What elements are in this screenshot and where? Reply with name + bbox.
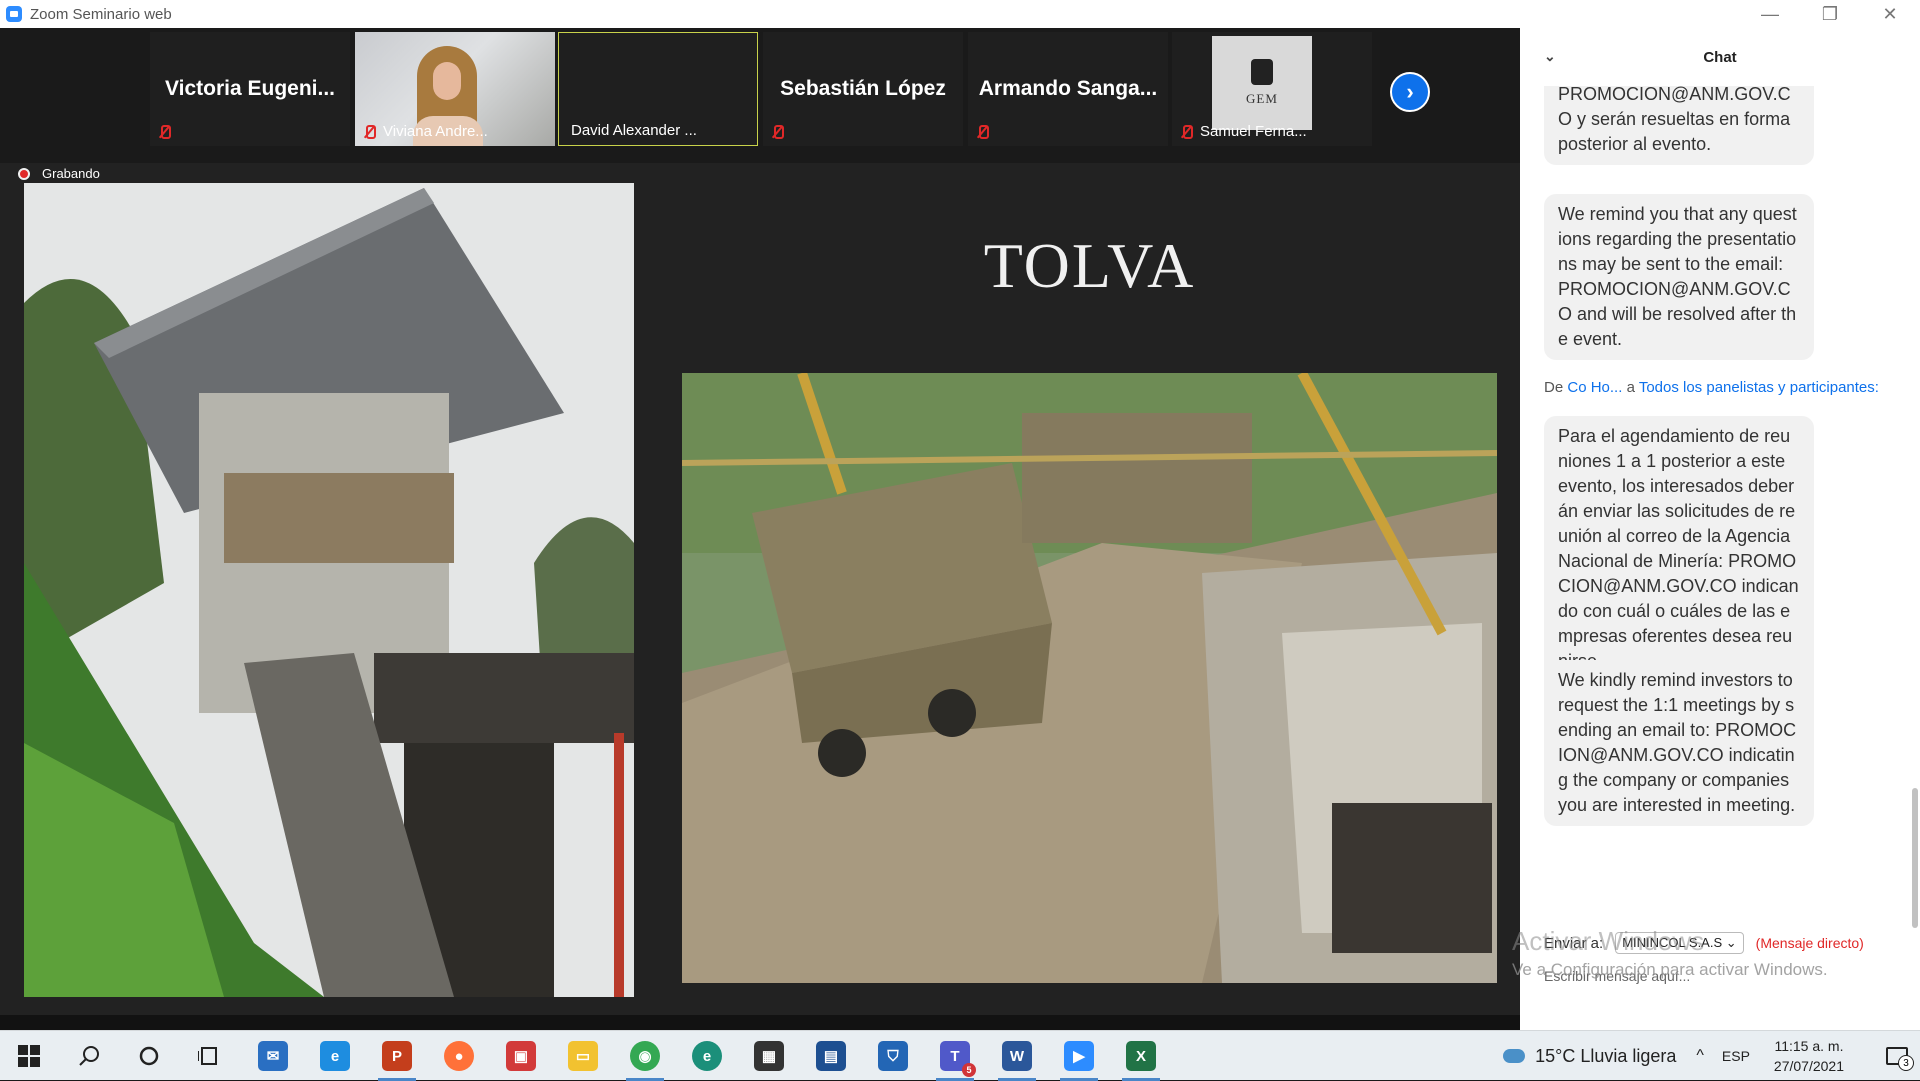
record-icon bbox=[18, 167, 30, 180]
edge-icon[interactable]: e bbox=[678, 1031, 736, 1081]
muted-indicator: Samuel Ferna... bbox=[1178, 123, 1307, 140]
windows-start-icon[interactable] bbox=[0, 1031, 58, 1081]
chat-title: Chat bbox=[1703, 48, 1737, 66]
weather-text: 15°C Lluvia ligera bbox=[1535, 1045, 1677, 1066]
muted-indicator bbox=[769, 124, 785, 140]
clock-date: 27/07/2021 bbox=[1773, 1058, 1844, 1074]
mail-icon[interactable]: ✉ bbox=[244, 1031, 302, 1081]
window-title: Zoom Seminario web bbox=[30, 5, 172, 23]
mic-muted-icon bbox=[974, 124, 990, 140]
clock[interactable]: 11:15 a. m. 27/07/2021 bbox=[1774, 1036, 1844, 1076]
participant-gallery: Victoria Eugeni... Viviana Andre... Davi… bbox=[0, 28, 1520, 163]
chevron-right-icon: › bbox=[1406, 79, 1414, 104]
excel-icon[interactable]: X bbox=[1112, 1031, 1170, 1081]
chat-messages: PROMOCION@ANM.GOV.CO y serán resueltas e… bbox=[1520, 86, 1910, 916]
chat-message: PROMOCION@ANM.GOV.CO y serán resueltas e… bbox=[1544, 86, 1814, 165]
recipient-select[interactable]: MININCOL S.A.S ⌄ bbox=[1615, 932, 1744, 954]
weather-widget[interactable]: 15°C Lluvia ligera bbox=[1503, 1046, 1676, 1067]
logo-mark-icon bbox=[1251, 59, 1273, 85]
store-icon[interactable]: ▦ bbox=[740, 1031, 798, 1081]
mic-muted-icon bbox=[769, 124, 785, 140]
send-to-label: Enviar a: bbox=[1544, 934, 1604, 952]
gift-icon[interactable]: ▣ bbox=[492, 1031, 550, 1081]
chevron-up-icon[interactable]: ^ bbox=[1696, 1047, 1704, 1065]
powerpoint-icon[interactable]: P bbox=[368, 1031, 426, 1081]
participant-name: Samuel Ferna... bbox=[1200, 123, 1307, 140]
rain-cloud-icon bbox=[1503, 1049, 1526, 1063]
participant-name: Armando Sanga... bbox=[978, 77, 1158, 100]
recipient-name[interactable]: Todos los panelistas y participantes: bbox=[1639, 379, 1879, 396]
shared-screen: TOLVA bbox=[0, 163, 1520, 1015]
clock-time: 11:15 a. m. bbox=[1774, 1038, 1844, 1054]
participant-tile-logo[interactable]: GEM Samuel Ferna... bbox=[1172, 32, 1372, 146]
chat-compose-input[interactable]: Escribir mensaje aquí... bbox=[1544, 968, 1690, 984]
chevron-down-icon: ⌄ bbox=[1725, 935, 1737, 950]
slide-title: TOLVA bbox=[983, 230, 1196, 301]
mic-muted-icon bbox=[156, 124, 172, 140]
close-button[interactable]: ✕ bbox=[1860, 0, 1920, 28]
chat-panel: ⌄ Chat PROMOCION@ANM.GOV.CO y serán resu… bbox=[1520, 28, 1920, 1030]
zoom-app-icon bbox=[6, 6, 22, 22]
participant-tile-video[interactable]: Viviana Andre... bbox=[355, 32, 555, 146]
participant-tile-active[interactable]: David Alexander ... bbox=[558, 32, 758, 146]
send-to-row: Enviar a: MININCOL S.A.S ⌄ (Mensaje dire… bbox=[1544, 932, 1864, 954]
hopper-structure-photo bbox=[24, 183, 634, 997]
zoom-icon[interactable]: ▶ bbox=[1050, 1031, 1108, 1081]
mic-muted-icon bbox=[361, 124, 377, 140]
chrome-icon[interactable]: ◉ bbox=[616, 1031, 674, 1081]
chat-message: Para el agendamiento de reuniones 1 a 1 … bbox=[1544, 416, 1814, 682]
participant-name: Sebastián López bbox=[780, 77, 946, 100]
notification-count: 3 bbox=[1898, 1055, 1914, 1071]
recording-indicator[interactable]: Grabando bbox=[18, 166, 100, 181]
minimize-button[interactable]: — bbox=[1740, 0, 1800, 28]
word-icon[interactable]: W bbox=[988, 1031, 1046, 1081]
language-indicator[interactable]: ESP bbox=[1722, 1048, 1750, 1064]
title-bar: Zoom Seminario web — ❐ ✕ bbox=[0, 0, 1920, 28]
task-view-icon[interactable] bbox=[180, 1031, 238, 1081]
logo-text: GEM bbox=[1246, 91, 1278, 106]
name-label: David Alexander ... bbox=[565, 122, 697, 139]
participant-name: Viviana Andre... bbox=[383, 123, 488, 140]
message-sender-line: De Co Ho... a Todos los panelistas y par… bbox=[1544, 379, 1879, 396]
participant-tile[interactable]: Armando Sanga... bbox=[968, 32, 1168, 146]
defender-icon[interactable]: ⛉ bbox=[864, 1031, 922, 1081]
muted-indicator bbox=[974, 124, 990, 140]
firefox-icon[interactable]: ● bbox=[430, 1031, 488, 1081]
participant-name: David Alexander ... bbox=[571, 122, 697, 139]
scrollbar-thumb[interactable] bbox=[1912, 788, 1918, 928]
direct-message-label: (Mensaje directo) bbox=[1755, 935, 1864, 951]
file-explorer-icon[interactable]: ▭ bbox=[554, 1031, 612, 1081]
internet-explorer-icon[interactable]: e bbox=[306, 1031, 364, 1081]
connect-icon[interactable]: ▤ bbox=[802, 1031, 860, 1081]
cortana-icon[interactable] bbox=[120, 1031, 178, 1081]
teams-icon[interactable]: T5 bbox=[926, 1031, 984, 1081]
meeting-controls-strip bbox=[0, 1015, 1520, 1030]
chevron-down-icon[interactable]: ⌄ bbox=[1544, 48, 1556, 65]
participant-tile[interactable]: Sebastián López bbox=[763, 32, 963, 146]
chat-scrollbar[interactable] bbox=[1912, 88, 1918, 938]
window-controls: — ❐ ✕ bbox=[1740, 0, 1920, 28]
participant-name: Victoria Eugeni... bbox=[165, 77, 335, 100]
chat-header: ⌄ Chat bbox=[1520, 28, 1920, 86]
restore-button[interactable]: ❐ bbox=[1800, 0, 1860, 28]
notifications-button[interactable]: 3 bbox=[1874, 1031, 1920, 1081]
muted-indicator bbox=[156, 124, 172, 140]
system-tray: 15°C Lluvia ligera ^ ESP 11:15 a. m. 27/… bbox=[1503, 1031, 1920, 1081]
chat-message: We kindly remind investors to request th… bbox=[1544, 660, 1814, 826]
mic-muted-icon bbox=[1178, 124, 1194, 140]
teams-badge: 5 bbox=[962, 1063, 976, 1077]
company-logo: GEM bbox=[1212, 36, 1312, 130]
search-icon[interactable] bbox=[60, 1031, 118, 1081]
participant-tile[interactable]: Victoria Eugeni... bbox=[150, 32, 350, 146]
chat-message: We remind you that any questions regardi… bbox=[1544, 194, 1814, 360]
next-page-button[interactable]: › bbox=[1390, 72, 1430, 112]
taskbar: ✉ e P ● ▣ ▭ ◉ e ▦ ▤ ⛉ T5 W ▶ X 15°C Lluv… bbox=[0, 1030, 1920, 1081]
recording-label: Grabando bbox=[42, 166, 100, 181]
mining-cart-photo bbox=[682, 373, 1497, 983]
sender-name[interactable]: Co Ho... bbox=[1567, 379, 1622, 396]
muted-indicator: Viviana Andre... bbox=[361, 123, 488, 140]
